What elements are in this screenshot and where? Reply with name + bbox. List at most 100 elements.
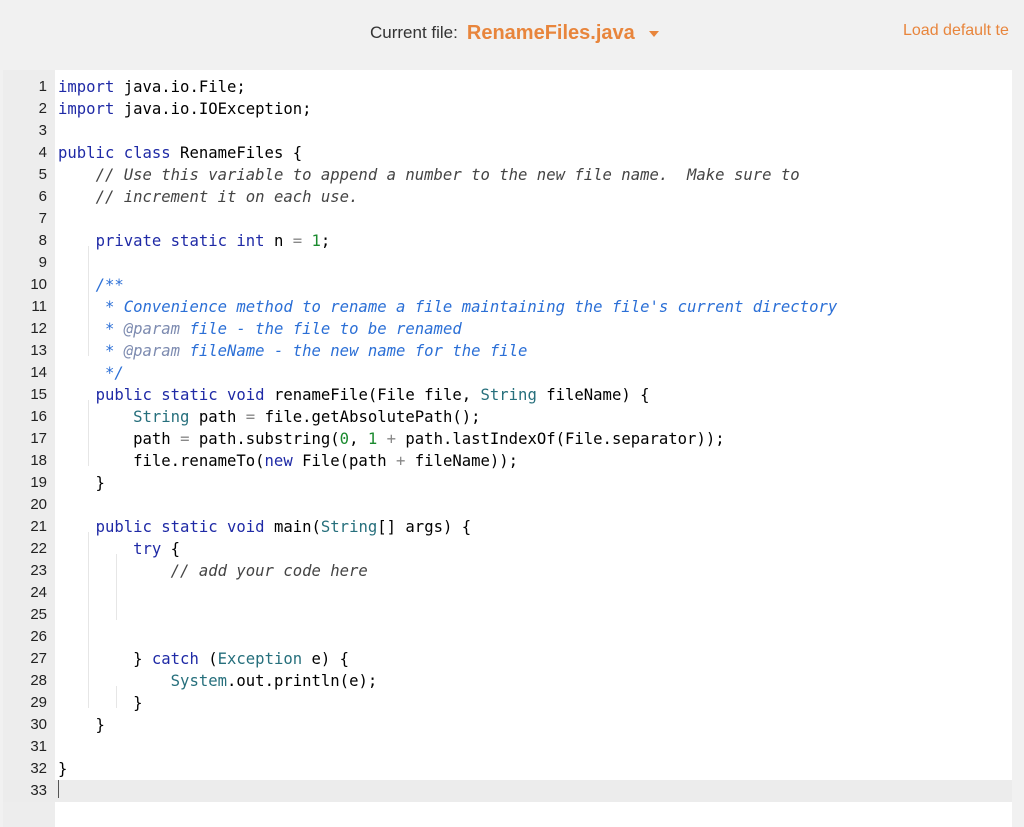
- code-line[interactable]: 26: [3, 626, 1012, 648]
- code-text: * @param file - the file to be renamed: [104, 320, 462, 338]
- code-line[interactable]: 5 // Use this variable to append a numbe…: [3, 164, 1012, 186]
- code-line[interactable]: 19 }: [3, 472, 1012, 494]
- code-text: public static void main(String[] args) {: [95, 518, 472, 536]
- code-line[interactable]: 21 public static void main(String[] args…: [3, 516, 1012, 538]
- code-text: // add your code here: [170, 562, 368, 580]
- code-line[interactable]: 30 }: [3, 714, 1012, 736]
- line-number: 4: [38, 144, 47, 161]
- line-number: 9: [38, 254, 47, 271]
- line-number: 27: [30, 650, 47, 667]
- code-line[interactable]: 4 public class RenameFiles {: [3, 142, 1012, 164]
- code-text: }: [58, 760, 68, 778]
- code-text: }: [58, 474, 105, 492]
- code-line[interactable]: 10 /**: [3, 274, 1012, 296]
- line-number: 31: [30, 738, 47, 755]
- code-line[interactable]: 6 // increment it on each use.: [3, 186, 1012, 208]
- code-line[interactable]: 27 } catch (Exception e) {: [3, 648, 1012, 670]
- line-number: 2: [38, 100, 47, 117]
- code-line[interactable]: 14 */: [3, 362, 1012, 384]
- code-text: } catch (Exception e) {: [58, 650, 350, 668]
- code-line[interactable]: 24: [3, 582, 1012, 604]
- code-text: private static int n = 1;: [95, 232, 331, 250]
- code-text: try {: [133, 540, 181, 558]
- line-number: 11: [31, 298, 47, 315]
- code-text: System.out.println(e);: [170, 672, 378, 690]
- code-line[interactable]: 9: [3, 252, 1012, 274]
- code-text: import java.io.File;: [58, 78, 246, 96]
- code-text: // increment it on each use.: [95, 188, 359, 206]
- line-number: 33: [30, 782, 47, 799]
- code-line[interactable]: 25: [3, 604, 1012, 626]
- line-number: 18: [30, 452, 47, 469]
- code-line[interactable]: 29 }: [3, 692, 1012, 714]
- file-selector-dropdown[interactable]: Current file: RenameFiles.java: [370, 20, 659, 46]
- line-number: 3: [38, 122, 47, 139]
- line-number: 8: [38, 232, 47, 249]
- code-line[interactable]: 12 * @param file - the file to be rename…: [3, 318, 1012, 340]
- code-text: path = path.substring(0, 1 + path.lastIn…: [58, 430, 725, 448]
- code-line[interactable]: 16 String path = file.getAbsolutePath();: [3, 406, 1012, 428]
- line-number: 13: [30, 342, 47, 359]
- line-number: 15: [30, 386, 47, 403]
- code-text: public static void renameFile(File file,…: [95, 386, 650, 404]
- code-text: */: [104, 364, 124, 382]
- code-line[interactable]: 1 import java.io.File;: [3, 76, 1012, 98]
- line-number: 22: [30, 540, 47, 557]
- line-number: 23: [30, 562, 47, 579]
- code-line[interactable]: 33: [3, 780, 1012, 802]
- chevron-down-icon[interactable]: [648, 31, 659, 37]
- code-text: }: [58, 694, 143, 712]
- line-number: 29: [30, 694, 47, 711]
- indent-guide: [88, 246, 89, 356]
- code-line[interactable]: 8 private static int n = 1;: [3, 230, 1012, 252]
- code-text: public class RenameFiles {: [58, 144, 303, 162]
- indent-guide: [88, 400, 89, 466]
- line-number: 17: [30, 430, 47, 447]
- indent-guide: [116, 554, 117, 620]
- text-cursor: [58, 780, 59, 798]
- code-text: import java.io.IOException;: [58, 100, 312, 118]
- code-line[interactable]: 23 // add your code here: [3, 560, 1012, 582]
- code-text: * Convenience method to rename a file ma…: [104, 298, 838, 316]
- line-number: 14: [30, 364, 47, 381]
- code-text: // Use this variable to append a number …: [95, 166, 800, 184]
- code-line[interactable]: 28 System.out.println(e);: [3, 670, 1012, 692]
- code-line[interactable]: 2 import java.io.IOException;: [3, 98, 1012, 120]
- code-text: * @param fileName - the new name for the…: [104, 342, 528, 360]
- line-number: 28: [30, 672, 47, 689]
- code-line[interactable]: 17 path = path.substring(0, 1 + path.las…: [3, 428, 1012, 450]
- code-line[interactable]: 20: [3, 494, 1012, 516]
- line-number: 21: [30, 518, 47, 535]
- code-line[interactable]: 32}: [3, 758, 1012, 780]
- current-file-label: Current file:: [370, 23, 458, 42]
- top-toolbar: Current file: RenameFiles.java Load defa…: [0, 0, 1024, 66]
- line-number: 24: [30, 584, 47, 601]
- code-line[interactable]: 15 public static void renameFile(File fi…: [3, 384, 1012, 406]
- line-number: 16: [30, 408, 47, 425]
- code-line[interactable]: 13 * @param fileName - the new name for …: [3, 340, 1012, 362]
- code-line[interactable]: 31: [3, 736, 1012, 758]
- line-number: 10: [30, 276, 47, 293]
- load-default-template-link[interactable]: Load default te: [903, 22, 1024, 40]
- current-file-name[interactable]: RenameFiles.java: [467, 22, 635, 45]
- code-text: file.renameTo(new File(path + fileName))…: [58, 452, 519, 470]
- code-line[interactable]: 3: [3, 120, 1012, 142]
- code-line[interactable]: 11 * Convenience method to rename a file…: [3, 296, 1012, 318]
- line-number: 30: [30, 716, 47, 733]
- line-number: 19: [30, 474, 47, 491]
- line-number: 26: [30, 628, 47, 645]
- line-number: 7: [38, 210, 47, 227]
- code-text: }: [58, 716, 105, 734]
- code-line[interactable]: 22 try {: [3, 538, 1012, 560]
- line-number: 20: [30, 496, 47, 513]
- code-line[interactable]: 7: [3, 208, 1012, 230]
- code-editor[interactable]: 1 import java.io.File; 2 import java.io.IOE…: [3, 70, 1012, 827]
- line-number: 32: [30, 760, 47, 777]
- code-line[interactable]: 18 file.renameTo(new File(path + fileNam…: [3, 450, 1012, 472]
- line-number: 5: [38, 166, 47, 183]
- code-text: String path = file.getAbsolutePath();: [133, 408, 481, 426]
- line-number: 1: [38, 78, 47, 95]
- indent-guide: [88, 532, 89, 708]
- indent-guide: [116, 686, 117, 708]
- code-text: /**: [95, 276, 124, 294]
